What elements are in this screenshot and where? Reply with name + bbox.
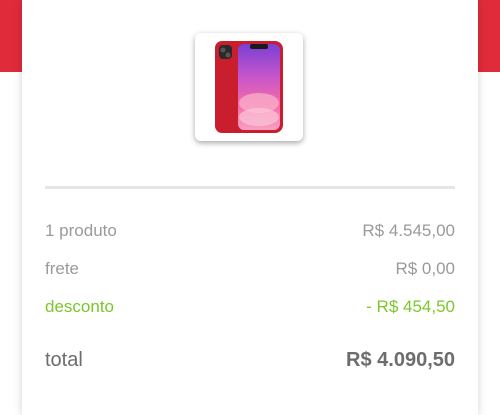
products-label: 1 produto xyxy=(45,221,117,240)
discount-label: desconto xyxy=(45,297,114,316)
shipping-label: frete xyxy=(45,259,80,278)
products-row: 1 produto R$ 4.545,00 xyxy=(45,221,455,241)
product-phone-image xyxy=(215,41,283,133)
products-value: R$ 4.545,00 xyxy=(362,221,455,240)
header-band-left xyxy=(0,0,22,72)
total-row: total R$ 4.090,50 xyxy=(45,349,455,372)
total-label: total xyxy=(45,349,83,371)
shipping-row: frete R$ 0,00 xyxy=(45,259,455,279)
order-summary-card: 1 produto R$ 4.545,00 frete R$ 0,00 desc… xyxy=(22,0,478,415)
product-thumbnail[interactable] xyxy=(195,33,303,141)
summary-divider xyxy=(45,186,455,189)
total-value: R$ 4.090,50 xyxy=(346,349,455,371)
discount-value: - R$ 454,50 xyxy=(366,297,455,316)
header-band-right xyxy=(478,0,500,72)
discount-row: desconto - R$ 454,50 xyxy=(45,297,455,317)
shipping-value: R$ 0,00 xyxy=(395,259,455,278)
